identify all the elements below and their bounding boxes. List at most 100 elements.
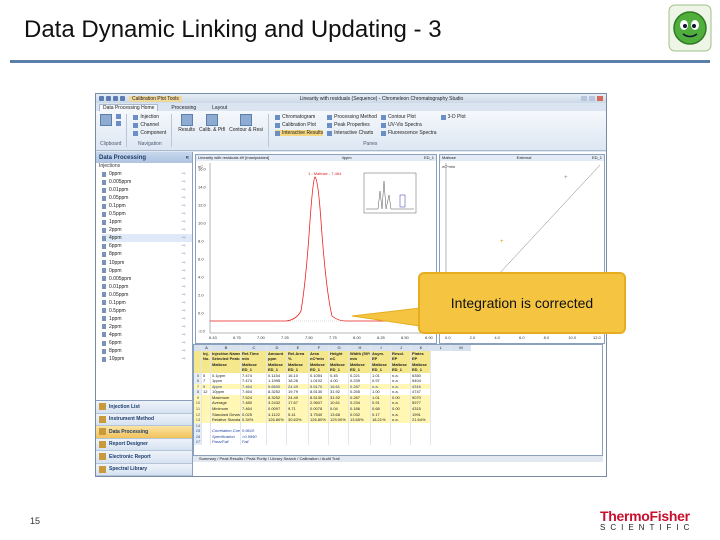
- nav-button-instrument-method[interactable]: Instrument Method: [96, 413, 192, 426]
- tick-label: 8.0: [198, 239, 204, 244]
- tree-item[interactable]: 10ppm ⇨: [102, 355, 192, 363]
- table-cell[interactable]: [411, 439, 431, 445]
- paste-button[interactable]: [100, 114, 112, 126]
- nav-component[interactable]: Component: [133, 130, 166, 136]
- tab-layout[interactable]: Layout: [209, 105, 230, 111]
- tree-item[interactable]: 0.5ppm ⇨: [102, 210, 192, 218]
- redo-icon[interactable]: [113, 96, 118, 101]
- tree-item[interactable]: 0.01ppm ⇨: [102, 186, 192, 194]
- tick-label: 10.0: [568, 335, 577, 340]
- quick-access-toolbar[interactable]: [99, 96, 125, 101]
- window-titlebar: Calibration Plot Tools Linearity with re…: [96, 94, 606, 103]
- nav-button-icon: [99, 465, 106, 473]
- tree-item[interactable]: 4ppm ⇨: [102, 234, 192, 243]
- tree-item[interactable]: 0.1ppm ⇨: [102, 299, 192, 307]
- tree-item[interactable]: 6ppm ⇨: [102, 339, 192, 347]
- injection-icon: [102, 260, 106, 266]
- nav-button-report-designer[interactable]: Report Designer: [96, 438, 192, 451]
- arrow-icon: ⇨: [181, 356, 186, 363]
- close-icon[interactable]: [597, 96, 603, 101]
- overview-inset[interactable]: [363, 172, 417, 214]
- table-cell[interactable]: Pass/Fail: [211, 439, 241, 445]
- table-cell[interactable]: Fail: [241, 439, 267, 445]
- tree-item-label: 0.1ppm: [109, 299, 126, 306]
- tree-item[interactable]: 2ppm ⇨: [102, 226, 192, 234]
- tick-label: 8.90: [425, 335, 434, 340]
- maximize-icon[interactable]: [589, 96, 595, 101]
- pane-fluorescence-spectra[interactable]: Fluorescence Spectra: [380, 130, 437, 136]
- tree-item[interactable]: 2ppm ⇨: [102, 323, 192, 331]
- column-letter[interactable]: M: [451, 345, 471, 351]
- tree-item[interactable]: 0.005ppm ⇨: [102, 178, 192, 186]
- contour-button[interactable]: Contour & Resi: [229, 114, 263, 133]
- nav-button-injection-list[interactable]: Injection List: [96, 401, 192, 414]
- nav-button-spectral-library[interactable]: Spectral Library: [96, 463, 192, 476]
- pane-uv-vis-spectra[interactable]: UV-Vis Spectra: [380, 122, 437, 128]
- table-cell[interactable]: [329, 439, 349, 445]
- collapse-chevron-icon[interactable]: «: [186, 155, 189, 161]
- interactive-results-grid[interactable]: A B C D E F G H I J K L M Inj. Injection Name Ret.Time A…: [193, 344, 603, 456]
- nav-injection[interactable]: Injection: [133, 114, 166, 120]
- tick-label: 0.0: [198, 311, 204, 316]
- pane-chromatogram[interactable]: Chromatogram: [274, 114, 323, 120]
- tree-item[interactable]: 6ppm ⇨: [102, 242, 192, 250]
- tree-item[interactable]: 10ppm ⇨: [102, 259, 192, 267]
- nav-button-data-processing[interactable]: Data Processing: [96, 426, 192, 439]
- tree-item[interactable]: 8ppm ⇨: [102, 347, 192, 355]
- tree-item[interactable]: 0.05ppm ⇨: [102, 291, 192, 299]
- chromatogram-icon: [274, 114, 280, 120]
- tab-processing[interactable]: Processing: [168, 105, 199, 111]
- tree-item[interactable]: 4ppm ⇨: [102, 331, 192, 339]
- nav-injection-label: Injection: [140, 114, 160, 120]
- sheet-tabs[interactable]: Summary / Peak Results / Peak Purity / L…: [193, 456, 603, 462]
- tree-item[interactable]: 0ppm ⇨: [102, 170, 192, 178]
- chromatogram-plot[interactable]: nC 16.014.012.010.08.06.04.02.00.0-2.0 6…: [196, 161, 436, 343]
- pane-calibration-plot[interactable]: Calibration Plot: [274, 122, 323, 128]
- nav-button-label: Injection List: [109, 403, 140, 410]
- table-row[interactable]: 17 Pass/Fail Fail: [194, 439, 602, 445]
- tree-item[interactable]: 0.05ppm ⇨: [102, 194, 192, 202]
- table-cell[interactable]: [371, 439, 391, 445]
- pane-interactive-results[interactable]: Interactive Results: [274, 130, 324, 136]
- save-icon[interactable]: [120, 96, 125, 101]
- tree-item[interactable]: 0.5ppm ⇨: [102, 307, 192, 315]
- pane-interactive-charts[interactable]: Interactive Charts: [327, 130, 377, 136]
- tree-item[interactable]: 0.1ppm ⇨: [102, 202, 192, 210]
- processing-method-icon: [327, 114, 333, 120]
- pane-peak-properties[interactable]: Peak Properties: [327, 122, 377, 128]
- minimize-icon[interactable]: [581, 96, 587, 101]
- tree-item[interactable]: 0ppm ⇨: [102, 267, 192, 275]
- tab-data-processing-home[interactable]: Data Processing Home: [99, 104, 159, 111]
- page-number: 15: [30, 516, 41, 526]
- pane-contour-plot[interactable]: Contour Plot: [380, 114, 437, 120]
- nav-button-electronic-report[interactable]: Electronic Report: [96, 451, 192, 464]
- pane-processing-method[interactable]: Processing Method: [327, 114, 377, 120]
- app-icon: [99, 96, 104, 101]
- tree-item[interactable]: 0.005ppm ⇨: [102, 275, 192, 283]
- column-letter[interactable]: L: [431, 345, 451, 351]
- table-cell[interactable]: [349, 439, 371, 445]
- chromatogram-pane[interactable]: Linearity with residuals #9 [manipulated…: [195, 154, 437, 344]
- table-cell[interactable]: [202, 439, 211, 445]
- injection-icon: [102, 332, 106, 338]
- tree-item[interactable]: 1ppm ⇨: [102, 218, 192, 226]
- results-label: Results: [178, 127, 195, 133]
- pane-3d-plot[interactable]: 3-D Plot: [440, 114, 466, 120]
- injections-section[interactable]: Injections: [96, 163, 192, 170]
- nav-channel[interactable]: Channel: [133, 122, 166, 128]
- undo-icon[interactable]: [106, 96, 111, 101]
- tree-item[interactable]: 1ppm ⇨: [102, 315, 192, 323]
- tree-item[interactable]: 8ppm ⇨: [102, 250, 192, 258]
- interactive-charts-icon: [327, 130, 333, 136]
- results-button[interactable]: Results: [178, 114, 195, 133]
- arrow-icon: ⇨: [181, 307, 186, 314]
- cut-icon[interactable]: [116, 114, 121, 119]
- table-cell[interactable]: [309, 439, 329, 445]
- table-cell[interactable]: [391, 439, 411, 445]
- tree-item[interactable]: 0.01ppm ⇨: [102, 283, 192, 291]
- copy-icon[interactable]: [116, 121, 121, 126]
- calib-button[interactable]: Calib. & Ptfl: [199, 114, 225, 133]
- table-cell[interactable]: [287, 439, 309, 445]
- table-cell[interactable]: [267, 439, 287, 445]
- 3d-plot-icon: [440, 114, 446, 120]
